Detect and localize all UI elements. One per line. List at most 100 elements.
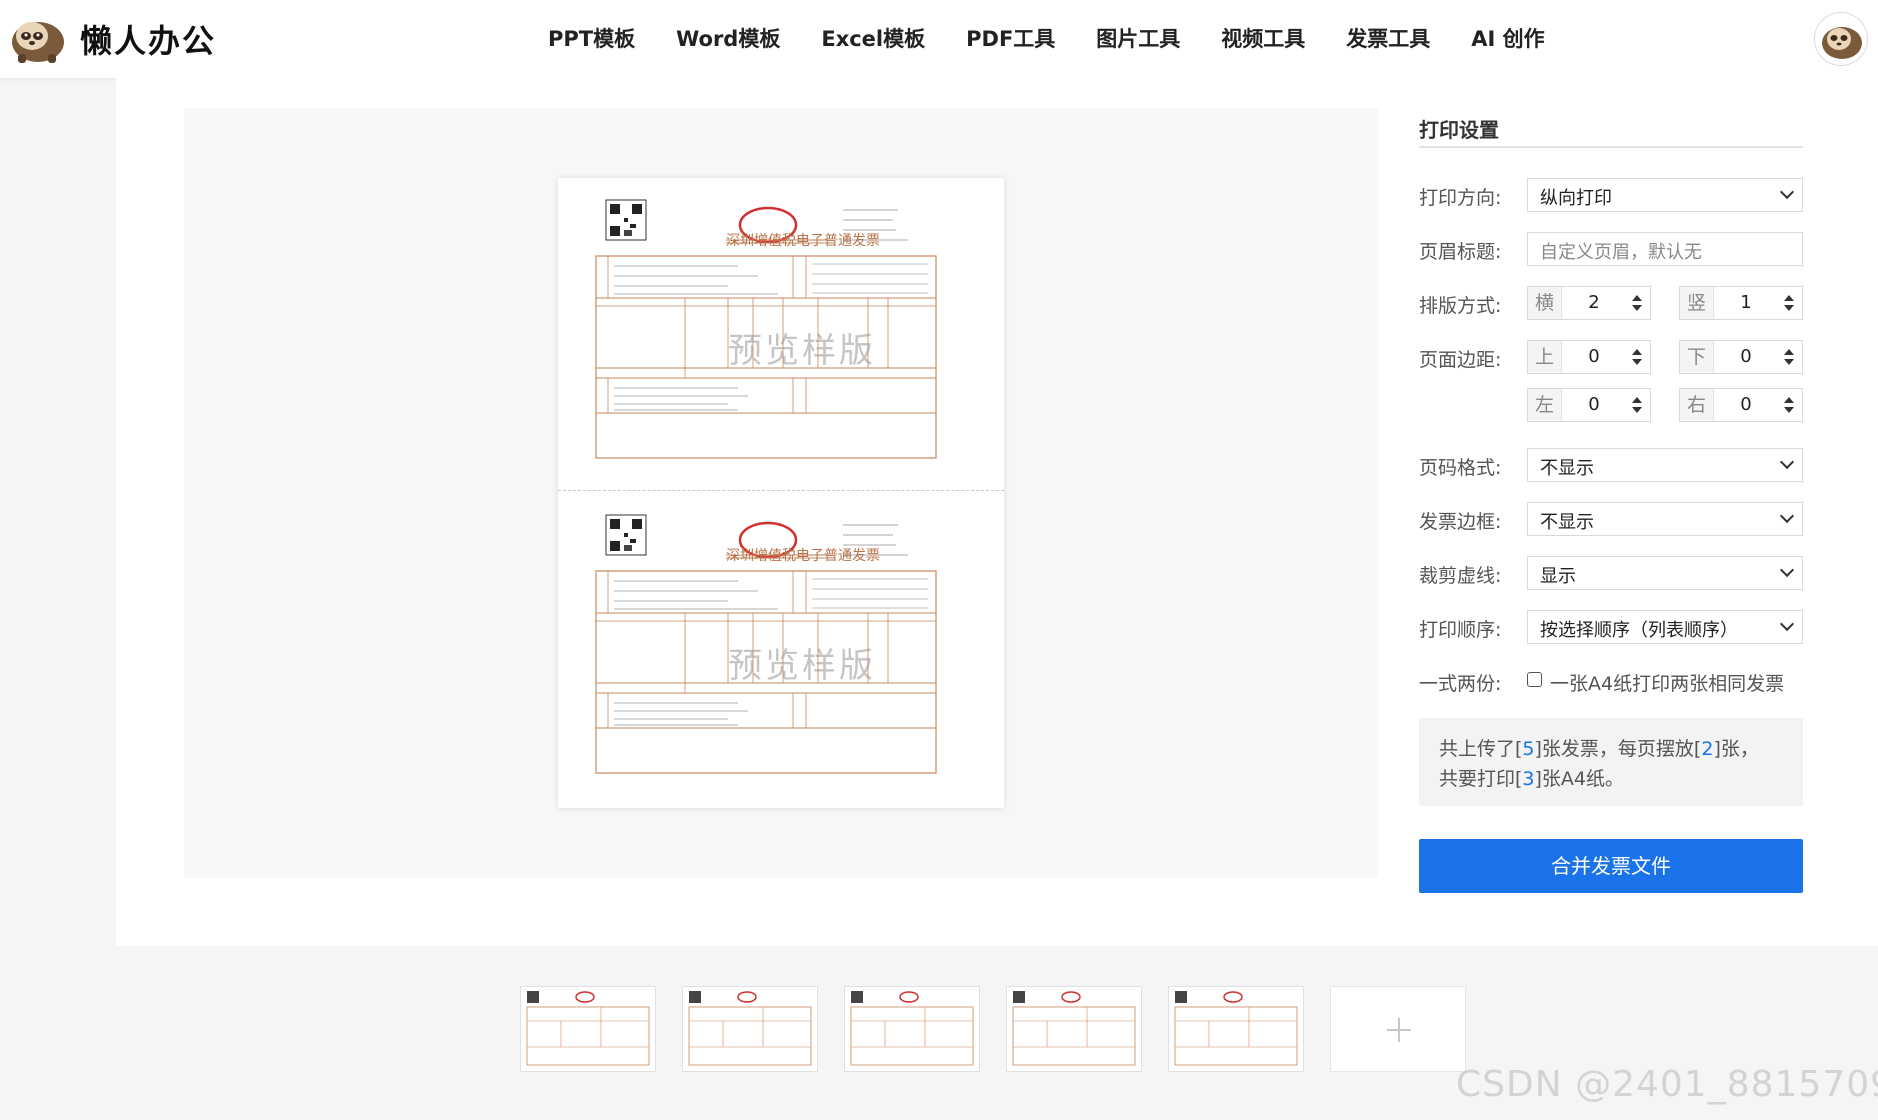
margin-right-prefix: 右 — [1680, 389, 1714, 421]
summary-text: ]张A4纸。 — [1534, 768, 1625, 790]
spinner-icon[interactable] — [1784, 295, 1794, 313]
print-order-value: 按选择顺序（列表顺序） — [1540, 620, 1738, 641]
layout-vertical-prefix: 竖 — [1680, 287, 1714, 319]
invoice-thumbnail-3[interactable] — [844, 986, 980, 1072]
sloth-avatar-icon — [1822, 27, 1862, 59]
cut-line-value: 显示 — [1540, 566, 1576, 587]
nav-ppt-templates[interactable]: PPT模板 — [548, 23, 635, 53]
thumbnail-image — [850, 991, 974, 1066]
summary-text: ]张， — [1713, 738, 1759, 760]
layout-vertical-value: 1 — [1740, 292, 1752, 313]
summary-text: ]张发票，每页摆放[ — [1534, 738, 1702, 760]
layout-row: 排版方式: 横 2 竖 1 — [1419, 286, 1803, 320]
invoice-border-label: 发票边框: — [1419, 511, 1502, 533]
orientation-label: 打印方向: — [1419, 187, 1502, 209]
thumbnail-image — [1012, 991, 1136, 1066]
nav-video-tools[interactable]: 视频工具 — [1221, 23, 1305, 53]
margin-top-stepper[interactable]: 上 0 — [1527, 340, 1651, 374]
merge-invoices-button[interactable]: 合并发票文件 — [1419, 839, 1803, 893]
nav-image-tools[interactable]: 图片工具 — [1096, 23, 1180, 53]
layout-horizontal-stepper[interactable]: 横 2 — [1527, 286, 1651, 320]
summary-line-1: 共上传了[5]张发票，每页摆放[2]张， — [1439, 734, 1783, 764]
margin-right-stepper[interactable]: 右 0 — [1679, 388, 1803, 422]
header-title-label: 页眉标题: — [1419, 241, 1502, 263]
nav-word-templates[interactable]: Word模板 — [676, 23, 780, 53]
uploaded-count: 5 — [1522, 738, 1535, 760]
chevron-down-icon — [1779, 184, 1795, 200]
layout-horizontal-prefix: 横 — [1528, 287, 1562, 319]
invoice-border-value: 不显示 — [1540, 512, 1594, 533]
spinner-icon[interactable] — [1784, 349, 1794, 367]
invoice-thumbnail-4[interactable] — [1006, 986, 1142, 1072]
total-pages-count: 3 — [1522, 768, 1535, 790]
spinner-icon[interactable] — [1632, 397, 1642, 415]
thumbnail-image — [526, 991, 650, 1066]
page-number-value: 不显示 — [1540, 458, 1594, 479]
nav-excel-templates[interactable]: Excel模板 — [821, 23, 925, 53]
thumbnail-image — [1174, 991, 1298, 1066]
chevron-down-icon — [1779, 508, 1795, 524]
a4-page-preview: 深圳增值税电子普通发票 预览样版 深圳增值税电子普通发票 预览样版 — [558, 178, 1004, 808]
margin-bottom-stepper[interactable]: 下 0 — [1679, 340, 1803, 374]
invoice-border-select[interactable]: 不显示 — [1527, 502, 1803, 536]
nav-ai-creation[interactable]: AI 创作 — [1471, 23, 1544, 53]
main-card: 深圳增值税电子普通发票 预览样版 深圳增值税电子普通发票 预览样版 打印设置 打… — [116, 78, 1878, 946]
print-order-row: 打印顺序: 按选择顺序（列表顺序） — [1419, 610, 1803, 644]
page-number-select[interactable]: 不显示 — [1527, 448, 1803, 482]
margin-left-stepper[interactable]: 左 0 — [1527, 388, 1651, 422]
orientation-row: 打印方向: 纵向打印 — [1419, 178, 1803, 212]
page-number-row: 页码格式: 不显示 — [1419, 448, 1803, 482]
margin-top-value: 0 — [1588, 346, 1600, 367]
user-avatar[interactable] — [1814, 12, 1868, 66]
spinner-icon[interactable] — [1632, 295, 1642, 313]
print-preview-area: 深圳增值税电子普通发票 预览样版 深圳增值税电子普通发票 预览样版 — [184, 108, 1378, 878]
preview-watermark: 预览样版 — [728, 646, 876, 686]
brand-logo[interactable]: 懒人办公 — [8, 12, 216, 66]
nav-pdf-tools[interactable]: PDF工具 — [966, 23, 1055, 53]
header-title-input[interactable]: 自定义页眉，默认无 — [1527, 232, 1803, 266]
duplicate-row: 一式两份: 一张A4纸打印两张相同发票 — [1419, 664, 1803, 698]
brand-name: 懒人办公 — [80, 22, 217, 60]
print-order-select[interactable]: 按选择顺序（列表顺序） — [1527, 610, 1803, 644]
summary-text: 共要打印[ — [1439, 768, 1523, 790]
margin-top-prefix: 上 — [1528, 341, 1562, 373]
margin-left-value: 0 — [1588, 394, 1600, 415]
page-number-label: 页码格式: — [1419, 457, 1502, 479]
add-invoice-button[interactable] — [1330, 986, 1466, 1072]
margin-bottom-value: 0 — [1740, 346, 1752, 367]
layout-vertical-stepper[interactable]: 竖 1 — [1679, 286, 1803, 320]
invoice-thumbnail-5[interactable] — [1168, 986, 1304, 1072]
cut-line-row: 裁剪虚线: 显示 — [1419, 556, 1803, 590]
spinner-icon[interactable] — [1784, 397, 1794, 415]
invoice-preview-1: 深圳增值税电子普通发票 预览样版 — [578, 198, 988, 468]
preview-watermark: 预览样版 — [728, 331, 876, 371]
thumbnail-image — [688, 991, 812, 1066]
print-settings-panel: 打印设置 打印方向: 纵向打印 页眉标题: 自定义页眉，默认无 排版方式: 横 … — [1419, 108, 1803, 893]
print-order-label: 打印顺序: — [1419, 619, 1502, 641]
invoice-preview-2: 深圳增值税电子普通发票 预览样版 — [578, 513, 988, 783]
invoice-thumbnail-1[interactable] — [520, 986, 656, 1072]
invoice-title: 深圳增值税电子普通发票 — [726, 548, 880, 564]
margin-row-2: 左 0 右 0 — [1419, 388, 1803, 422]
per-page-count: 2 — [1701, 738, 1714, 760]
margin-label: 页面边距: — [1419, 349, 1502, 371]
layout-horizontal-value: 2 — [1588, 292, 1600, 313]
invoice-border-row: 发票边框: 不显示 — [1419, 502, 1803, 536]
margin-right-value: 0 — [1740, 394, 1752, 415]
cut-line-select[interactable]: 显示 — [1527, 556, 1803, 590]
invoice-title: 深圳增值税电子普通发票 — [726, 233, 880, 249]
orientation-value: 纵向打印 — [1540, 188, 1612, 209]
main-nav: PPT模板 Word模板 Excel模板 PDF工具 图片工具 视频工具 发票工… — [548, 20, 1586, 56]
spinner-icon[interactable] — [1632, 349, 1642, 367]
margin-bottom-prefix: 下 — [1680, 341, 1714, 373]
top-header: 懒人办公 PPT模板 Word模板 Excel模板 PDF工具 图片工具 视频工… — [0, 0, 1878, 78]
nav-invoice-tools[interactable]: 发票工具 — [1346, 23, 1430, 53]
duplicate-checkbox-label[interactable]: 一张A4纸打印两张相同发票 — [1550, 669, 1784, 696]
settings-title: 打印设置 — [1419, 108, 1803, 148]
invoice-thumbnail-2[interactable] — [682, 986, 818, 1072]
duplicate-checkbox[interactable] — [1527, 672, 1542, 687]
chevron-down-icon — [1779, 616, 1795, 632]
orientation-select[interactable]: 纵向打印 — [1527, 178, 1803, 212]
margin-row-1: 页面边距: 上 0 下 0 — [1419, 340, 1803, 374]
chevron-down-icon — [1779, 562, 1795, 578]
